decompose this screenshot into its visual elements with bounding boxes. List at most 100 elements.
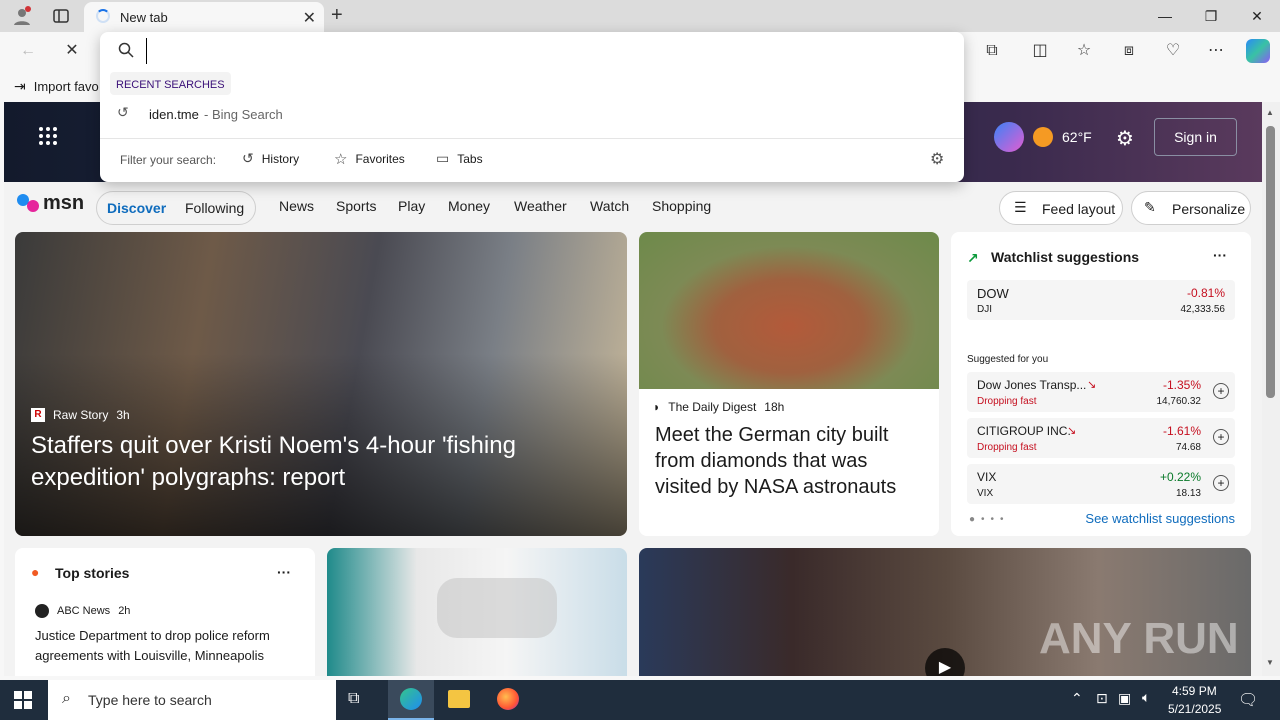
scroll-thumb[interactable]	[1266, 126, 1275, 398]
rewards-icon[interactable]	[994, 122, 1024, 152]
settings-icon[interactable]: ⚙	[1116, 126, 1134, 151]
dropdown-settings-icon[interactable]: ⚙	[930, 149, 944, 169]
tabs-icon: ▭	[436, 150, 450, 166]
nav-play[interactable]: Play	[398, 198, 425, 214]
top-story-headline[interactable]: Justice Department to drop police reform…	[35, 626, 305, 666]
see-watchlist-link[interactable]: See watchlist suggestions	[1085, 511, 1235, 526]
main-story-card[interactable]: R Raw Story 3h Staffers quit over Kristi…	[15, 232, 627, 536]
daily-digest-icon: ◗	[653, 400, 661, 414]
filter-history[interactable]: ↺ History	[242, 150, 299, 167]
tab-close-icon[interactable]: ✕	[303, 8, 316, 28]
copilot-icon[interactable]	[1246, 39, 1270, 63]
minimize-button[interactable]: —	[1142, 4, 1188, 28]
sign-in-button[interactable]: Sign in	[1154, 118, 1237, 156]
nav-news[interactable]: News	[279, 198, 314, 214]
watchlist-card: ↗ Watchlist suggestions ··· DOW DJI -0.8…	[951, 232, 1251, 536]
nav-sports[interactable]: Sports	[336, 198, 376, 214]
start-icon[interactable]	[14, 691, 32, 712]
watch-item-row[interactable]: VIX VIX +0.22% 18.13 +	[967, 464, 1235, 504]
tray-chevron-icon[interactable]: ⌃	[1071, 690, 1083, 707]
watchlist-more-icon[interactable]: ···	[1213, 247, 1227, 263]
taskbar: ⌕ Type here to search ⧉ ⌃ ⊡ ▣ 🔈︎ 4:59 PM…	[0, 680, 1280, 720]
raw-story-logo-icon: R	[31, 408, 45, 422]
nav-watch[interactable]: Watch	[590, 198, 629, 214]
clock-date[interactable]: 5/21/2025	[1168, 702, 1221, 716]
address-input[interactable]	[146, 38, 926, 64]
edge-taskbar-icon[interactable]	[388, 680, 434, 720]
sign-in-label: Sign in	[1174, 129, 1217, 145]
favorites-icon[interactable]: ☆	[1072, 39, 1096, 63]
feed-layout-button[interactable]: ☰ Feed layout	[999, 191, 1123, 225]
collections-icon[interactable]: ⧈	[1117, 39, 1141, 63]
file-explorer-icon[interactable]	[448, 690, 470, 708]
item-value: 14,760.32	[1156, 396, 1202, 407]
import-favorites-link[interactable]: ⇥ Import favo	[14, 78, 99, 95]
item-name: VIX	[977, 470, 997, 484]
play-icon[interactable]: ▶	[925, 648, 965, 676]
profile-icon[interactable]	[12, 6, 32, 26]
filter-favorites[interactable]: ☆ Favorites	[334, 150, 405, 168]
watch-item-row[interactable]: Dow Jones Transp... ↘ Dropping fast -1.3…	[967, 372, 1235, 412]
story-age: 2h	[118, 605, 131, 617]
tab-discover[interactable]: Discover	[107, 200, 166, 216]
volume-icon[interactable]: 🔈︎	[1142, 689, 1150, 706]
personalize-label: Personalize	[1172, 201, 1246, 217]
restore-button[interactable]: ❐	[1188, 4, 1234, 28]
close-button[interactable]: ✕	[1234, 4, 1280, 28]
tab-title: New tab	[120, 10, 168, 25]
search-icon	[118, 42, 134, 61]
recent-query: iden.tme	[149, 107, 199, 122]
top-stories-more-icon[interactable]: ···	[277, 564, 291, 580]
network-icon[interactable]: ▣	[1118, 690, 1131, 707]
index-value: 42,333.56	[1180, 304, 1226, 315]
new-tab-icon[interactable]: +	[331, 4, 343, 27]
watch-item-row[interactable]: CITIGROUP INC. ↘ Dropping fast -1.61% 74…	[967, 418, 1235, 458]
apps-launcher-icon[interactable]	[38, 126, 58, 149]
notifications-icon[interactable]: 🗨︎	[1238, 690, 1258, 710]
browser-essentials-icon[interactable]: ♡	[1161, 39, 1185, 63]
nav-money[interactable]: Money	[448, 198, 490, 214]
tray-device-icon[interactable]: ⊡	[1096, 690, 1108, 707]
filter-label: Filter your search:	[120, 153, 217, 167]
clock-time[interactable]: 4:59 PM	[1172, 684, 1217, 698]
source-name: Raw Story	[53, 408, 109, 422]
taskbar-search[interactable]: ⌕ Type here to search	[48, 680, 336, 720]
scroll-down-icon[interactable]: ▼	[1266, 658, 1274, 667]
item-change: -1.61%	[1162, 424, 1201, 438]
main-headline[interactable]: Staffers quit over Kristi Noem's 4-hour …	[31, 430, 591, 494]
index-row[interactable]: DOW DJI -0.81% 42,333.56	[967, 280, 1235, 320]
add-icon[interactable]: +	[1213, 429, 1229, 445]
firefox-icon[interactable]	[497, 688, 519, 710]
tab-new-tab[interactable]: New tab ✕	[84, 2, 324, 32]
video-story-card[interactable]: ▶ ANY RUN	[639, 548, 1251, 676]
task-view-icon[interactable]: ⧉	[348, 690, 359, 708]
filter-tabs[interactable]: ▭ Tabs	[436, 150, 483, 167]
tab-following[interactable]: Following	[185, 200, 244, 216]
extensions-icon[interactable]: ⧉	[980, 39, 1004, 63]
stop-icon[interactable]: ✕	[60, 39, 84, 63]
medical-story-card[interactable]	[327, 548, 627, 676]
item-value: 18.13	[1175, 488, 1201, 499]
second-headline[interactable]: Meet the German city built from diamonds…	[655, 422, 925, 500]
back-icon[interactable]: ←	[16, 39, 40, 63]
temperature[interactable]: 62°F	[1062, 129, 1092, 145]
tab-actions-icon[interactable]	[52, 7, 70, 25]
personalize-button[interactable]: ✎ Personalize	[1131, 191, 1251, 225]
divider	[100, 138, 964, 139]
carousel-dots[interactable]: ●•••	[969, 514, 1010, 525]
add-icon[interactable]: +	[1213, 383, 1229, 399]
dropping-fast-icon: ↘	[1087, 379, 1097, 391]
nav-weather[interactable]: Weather	[514, 198, 567, 214]
more-icon[interactable]: ⋯	[1204, 39, 1228, 63]
add-icon[interactable]: +	[1213, 475, 1229, 491]
vertical-scrollbar[interactable]: ▲ ▼	[1262, 102, 1280, 676]
nav-shopping[interactable]: Shopping	[652, 198, 711, 214]
recent-search-item[interactable]: ↺ iden.tme - Bing Search	[100, 102, 964, 128]
second-story-card[interactable]: ◗ The Daily Digest 18h Meet the German c…	[639, 232, 939, 536]
scroll-up-icon[interactable]: ▲	[1266, 108, 1274, 117]
msn-logo[interactable]: msn	[16, 192, 84, 215]
recent-suffix: - Bing Search	[204, 107, 283, 122]
split-screen-icon[interactable]: ◫	[1028, 39, 1052, 63]
import-favorites-label: Import favo	[33, 79, 99, 94]
msn-navbar: msn Discover Following News Sports Play …	[4, 182, 1262, 230]
